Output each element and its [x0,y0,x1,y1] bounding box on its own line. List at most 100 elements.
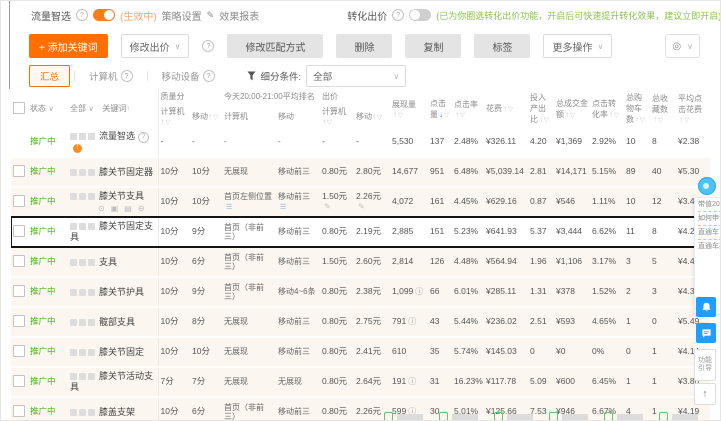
help-topic-link[interactable]: 直通车… [698,228,720,237]
help-icon[interactable]: ? [76,9,88,21]
info-icon[interactable]: ⓘ [408,377,416,386]
sub-header-1[interactable]: 计算机↑▽ [158,104,190,128]
row-checkbox[interactable] [13,344,25,357]
select-all-checkbox[interactable] [13,101,25,114]
sort-icon[interactable]: ↓ [439,110,443,119]
sub-header-6[interactable]: 移动↑▽ [354,104,390,128]
filter-icon[interactable]: ▽ [377,114,382,121]
metric-header-7[interactable]: 点击转化率↑▽ [590,89,624,128]
help-topic-link[interactable]: 带值20- [698,200,720,209]
modify-match-button[interactable]: 修改匹配方式 [227,34,324,58]
info-icon[interactable]: ⓘ [415,287,423,296]
metric-header-8[interactable]: 总购物车数↑▽ [624,89,650,128]
rank-list-icon[interactable]: ☰ [280,204,286,211]
metric-header-10[interactable]: 平均点击花费↑▽ [676,89,710,128]
sub-header-5[interactable]: 计算机↑▽ [320,104,354,128]
filter-icon[interactable]: ▽ [684,117,689,124]
edit-bid-icon[interactable]: ✎ [324,202,331,211]
metric-header-5[interactable]: 投入产出比↑▽ [528,89,554,128]
keyword-name[interactable]: 流量智选 [99,131,135,141]
keyword-name[interactable]: 膝盖支架 [99,407,135,417]
metric-header-1[interactable]: 展现量↑▽ [390,89,428,128]
filter-icon[interactable]: ▽ [460,112,465,119]
sort-icon[interactable]: ↑ [503,104,507,113]
notifications-button[interactable] [696,297,716,317]
add-keyword-button[interactable]: + 添加关键词 [29,34,108,58]
help-topic-link[interactable]: 直通车推广计划? [698,242,720,251]
help-icon[interactable]: ? [202,40,215,52]
keyword-name[interactable]: 膝关节固定器 [99,167,153,177]
keyword-name[interactable]: 膝关节支具 [99,191,144,201]
sort-icon[interactable]: ↑ [322,117,326,126]
rank-list-icon[interactable]: ☰ [226,204,232,211]
metric-header-3[interactable]: 点击率↑▽ [452,89,484,128]
filter-icon[interactable]: ▽ [544,117,549,124]
keyword-name[interactable]: 膝关节护具 [99,287,144,297]
help-icon[interactable]: ? [392,9,405,21]
sort-icon[interactable]: ↑ [679,115,683,124]
strategy-settings-link[interactable]: 策略设置 [162,8,202,23]
segment-select[interactable]: 全部 ∨ [306,65,407,87]
metric-header-4[interactable]: 花费↑▽ [484,89,528,128]
row-checkbox[interactable] [13,404,25,417]
report-icon[interactable]: ▤ [124,204,132,213]
filter-icon[interactable]: ▽ [640,117,645,124]
collapse-icon[interactable]: ∨ [687,42,693,51]
row-checkbox[interactable] [13,254,25,267]
info-icon[interactable]: ⓘ [408,317,416,326]
filter-icon[interactable]: ▽ [508,106,513,113]
report-link[interactable]: 效果报表 [219,8,259,23]
row-checkbox[interactable] [13,314,25,327]
sort-icon[interactable]: ↑ [565,110,569,119]
keyword-header[interactable]: 全部 ∨ 关键词↑ [68,89,159,128]
tab-summary[interactable]: 汇总 [29,65,71,87]
keyword-name[interactable]: 支具 [99,257,117,267]
filter-icon[interactable]: ▽ [327,119,332,126]
smart-traffic-toggle[interactable] [93,9,115,21]
help-topic-link[interactable]: 如何申请图片功… [698,214,720,223]
assistant-mascot-icon[interactable] [698,177,716,195]
sub-header-2[interactable]: 移动↑▽ [190,104,222,128]
copy-button[interactable]: 复制 [405,34,462,58]
filter-icon[interactable]: ▽ [570,112,575,119]
sort-icon[interactable]: ↑ [393,110,397,119]
conversion-bid-toggle[interactable] [409,9,432,21]
filter-icon[interactable]: ▽ [658,117,663,124]
modify-bid-dropdown[interactable]: 修改出价 ∨ [120,34,190,58]
feature-guide-button[interactable]: 功能引导 [694,349,716,381]
row-checkbox[interactable] [13,194,25,207]
tab-pc[interactable]: 计算机? [79,66,143,86]
edit-bid-icon[interactable]: ✎ [358,202,365,211]
clock-icon[interactable]: ⊙ [98,204,105,213]
delete-button[interactable]: 删除 [336,34,393,58]
sort-icon[interactable]: ↑ [208,112,212,121]
minus-circle-icon[interactable]: ⊖ [138,204,145,213]
metric-header-2[interactable]: 点击量↓▽ [428,89,452,128]
sort-icon[interactable]: ↑ [539,115,543,124]
image-icon[interactable]: ▣ [111,204,119,213]
filter-icon[interactable]: ▽ [614,112,619,119]
settings-icon[interactable]: ◎ [672,41,681,52]
tag-button[interactable]: 标签 [474,34,531,58]
status-filter-header[interactable]: 状态 ∨ [28,89,68,128]
metric-header-6[interactable]: 总成交金额↑▽ [554,89,590,128]
metric-header-9[interactable]: 总收藏数↑▽ [650,89,676,128]
keyword-name[interactable]: 膝关节固定 [99,347,144,357]
row-checkbox[interactable] [13,164,25,177]
question-icon[interactable]: ? [138,132,150,144]
sort-icon[interactable]: ↑ [161,117,165,126]
row-checkbox[interactable] [13,284,25,297]
filter-icon[interactable]: ▽ [398,112,403,119]
sort-icon[interactable]: ↑ [653,115,657,124]
tab-mobile[interactable]: 移动设备? [152,66,225,86]
filter-icon[interactable]: ▽ [444,112,449,119]
alert-icon[interactable]: ! [73,143,82,153]
filter-icon[interactable]: ▽ [213,114,218,121]
filter-icon[interactable]: ▽ [166,119,171,126]
keyword-name[interactable]: 髋部支具 [99,317,135,327]
back-to-top-button[interactable]: ↑ [694,383,716,405]
sort-icon[interactable]: ↑ [635,115,639,124]
sort-icon[interactable]: ↑ [455,110,459,119]
row-checkbox[interactable] [13,224,25,237]
sort-icon[interactable]: ↑ [372,112,376,121]
